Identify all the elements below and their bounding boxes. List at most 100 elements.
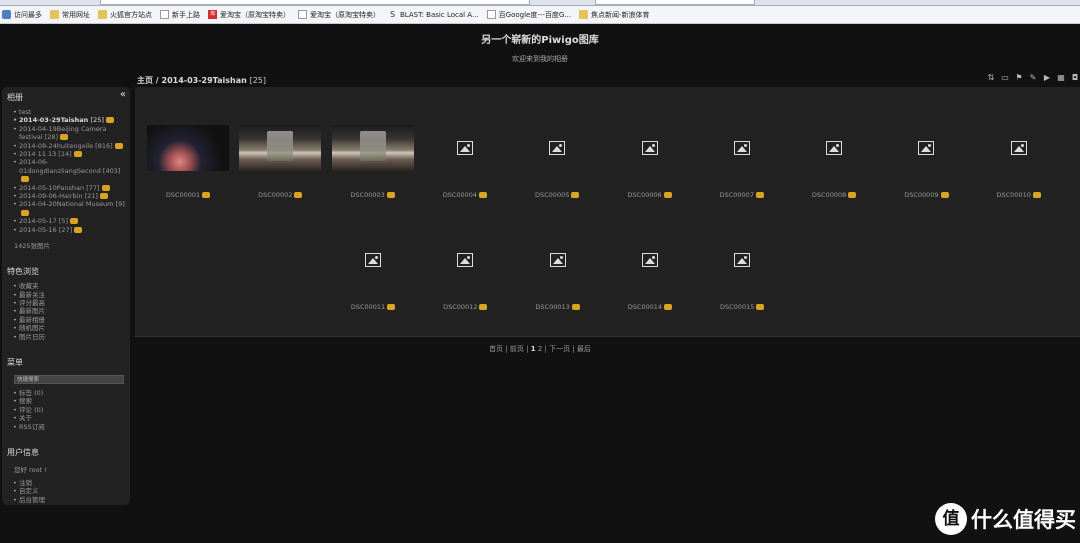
thumbnail-image[interactable] [424, 237, 506, 283]
user-link[interactable]: 后台管理 [13, 496, 125, 505]
bookmark-item[interactable]: 焦点新闻-新浪体育 [579, 10, 650, 20]
photo-thumbnail[interactable]: DSC00006 [604, 125, 696, 199]
photo-thumbnail[interactable]: DSC00012 [419, 237, 511, 311]
album-count: [21] [84, 192, 98, 201]
caption-text: DSC00013 [535, 303, 570, 311]
album-item[interactable]: 2014-06-01dongdianzliangSecond [403] [13, 158, 125, 183]
thumbnail-image[interactable] [609, 237, 691, 283]
thumbnail-image[interactable] [424, 125, 506, 171]
album-item[interactable]: 2014 11 13 [14] [13, 150, 125, 159]
display-mode-icon[interactable]: ▭ [1000, 73, 1010, 83]
bookmark-item[interactable]: 新手上路 [160, 10, 200, 20]
photo-thumbnail[interactable]: DSC00013 [512, 237, 604, 311]
bookmark-item[interactable]: 百Google度---百度G... [486, 10, 572, 20]
thumbnail-image[interactable] [147, 125, 229, 171]
bookmark-item[interactable]: 访问最多 [2, 10, 42, 20]
pagination-next[interactable]: 下一页 [549, 345, 570, 353]
bookmark-label: 百Google度---百度G... [498, 10, 572, 19]
thumbnail-image[interactable] [516, 125, 598, 171]
thumbnail-image[interactable] [885, 125, 967, 171]
album-item[interactable]: 2014-08-24huitengxile [816] [13, 142, 125, 150]
menu-link[interactable]: 关于 [13, 414, 125, 423]
photo-thumbnail[interactable]: DSC00003 [327, 125, 419, 199]
edit-pencil-icon[interactable]: ✎ [1028, 73, 1038, 83]
smzdm-watermark: 值 什么值得买 [935, 503, 1076, 535]
thumbnail-image[interactable] [701, 237, 783, 283]
quick-search-input[interactable]: 快捷搜索 [14, 374, 124, 384]
thumbnail-image[interactable] [332, 237, 414, 283]
pagination-last[interactable]: 最后 [577, 345, 591, 353]
menu-title: 菜单 [7, 357, 23, 367]
bookmark-label: 访问最多 [14, 10, 42, 19]
menu-link[interactable]: 评论 (0) [13, 406, 125, 415]
album-list: test2014-03-29Taishan [25]2014-04-19Beij… [13, 108, 125, 235]
thumbnail-image[interactable] [331, 125, 414, 171]
photo-thumbnail[interactable]: DSC00010 [973, 125, 1065, 199]
camera-icon[interactable]: ◘ [1070, 73, 1080, 83]
explore-link[interactable]: 最新相册 [13, 316, 125, 325]
album-item[interactable]: 2014-05-17 [5] [13, 217, 125, 226]
photo-thumbnail[interactable]: DSC00009 [880, 125, 972, 199]
user-link[interactable]: 自定义 [13, 487, 125, 496]
bookmark-item[interactable]: 淘爱淘宝（原淘宝特卖） [208, 10, 290, 20]
breadcrumb-album[interactable]: 2014-03-29Taishan [162, 76, 247, 85]
image-placeholder-icon [641, 253, 658, 267]
thumbnail-caption: DSC00009 [880, 191, 972, 199]
image-placeholder-icon [549, 253, 566, 267]
photo-thumbnail[interactable]: DSC00011 [327, 237, 419, 311]
address-bar[interactable] [100, 0, 530, 5]
bookmark-item[interactable]: 爱淘宝（原淘宝特卖） [298, 10, 380, 20]
collapse-sidebar-icon[interactable]: « [120, 89, 126, 100]
album-item[interactable]: 2014-09-06-Hairbin [21] [13, 192, 125, 201]
thumbnail-image[interactable] [701, 125, 783, 171]
thumbnail-image[interactable] [609, 125, 691, 171]
album-item[interactable]: 2014-04-20National Museum [9] [13, 200, 125, 217]
pagination-prev[interactable]: 前页 [510, 345, 524, 353]
menu-link[interactable]: 搜索 [13, 397, 125, 406]
explore-link[interactable]: 最新关注 [13, 291, 125, 300]
menu-link[interactable]: RSS订阅 [13, 423, 125, 432]
album-item[interactable]: 2014-03-29Taishan [25] [13, 116, 125, 125]
thumbnail-image[interactable] [517, 237, 599, 283]
page-icon [160, 10, 169, 19]
browser-search-box[interactable] [595, 0, 755, 5]
photo-thumbnail[interactable]: DSC00007 [696, 125, 788, 199]
bookmark-item[interactable]: S BLAST: Basic Local A... [388, 10, 479, 19]
photo-thumbnail[interactable]: DSC00001 [142, 125, 234, 199]
explore-link[interactable]: 随机图片 [13, 324, 125, 333]
new-badge-icon [60, 134, 69, 141]
photo-thumbnail[interactable]: DSC00014 [604, 237, 696, 311]
user-links: 注销自定义后台管理 [13, 479, 125, 505]
album-item[interactable]: 2014-04-19Beijing Camera festival [28] [13, 125, 125, 142]
breadcrumb-home[interactable]: 主页 [137, 76, 153, 85]
flag-icon[interactable]: ⚑ [1014, 73, 1024, 83]
photo-thumbnail[interactable]: DSC00008 [788, 125, 880, 199]
album-item[interactable]: 2014-05-10Panshan [77] [13, 184, 125, 192]
blast-icon: S [389, 10, 396, 19]
photo-thumbnail[interactable]: DSC00005 [511, 125, 603, 199]
sidebar: 相册 « test2014-03-29Taishan [25]2014-04-1… [2, 87, 130, 505]
album-label: 2014-05-16 [19, 225, 57, 234]
explore-link[interactable]: 收藏夹 [13, 282, 125, 291]
thumbnail-image[interactable] [239, 125, 322, 171]
calendar-icon[interactable]: ▦ [1056, 73, 1066, 83]
thumbnail-image[interactable] [793, 125, 875, 171]
pagination-first[interactable]: 首页 [489, 345, 503, 353]
explore-link[interactable]: 图片日历 [13, 333, 125, 342]
new-badge-icon [1032, 192, 1041, 198]
photo-thumbnail[interactable]: DSC00004 [419, 125, 511, 199]
bookmark-item[interactable]: 常用网址 [50, 10, 90, 20]
photo-thumbnail[interactable]: DSC00015 [696, 237, 788, 311]
album-count: [14] [58, 150, 72, 159]
pagination-page-2[interactable]: 2 [538, 345, 542, 353]
photo-thumbnail[interactable]: DSC00002 [234, 125, 326, 199]
user-greeting: 您好 root ! [14, 465, 47, 474]
slideshow-play-icon[interactable]: ▶ [1042, 73, 1052, 83]
bookmark-item[interactable]: 火狐官方站点 [98, 10, 152, 20]
sort-order-icon[interactable]: ⇅ [986, 73, 996, 83]
album-item[interactable]: test [13, 108, 125, 117]
explore-link[interactable]: 最新图片 [13, 307, 125, 316]
album-item[interactable]: 2014-05-16 [27] [13, 225, 125, 235]
thumbnail-image[interactable] [978, 125, 1060, 171]
caption-text: DSC00009 [904, 191, 939, 199]
